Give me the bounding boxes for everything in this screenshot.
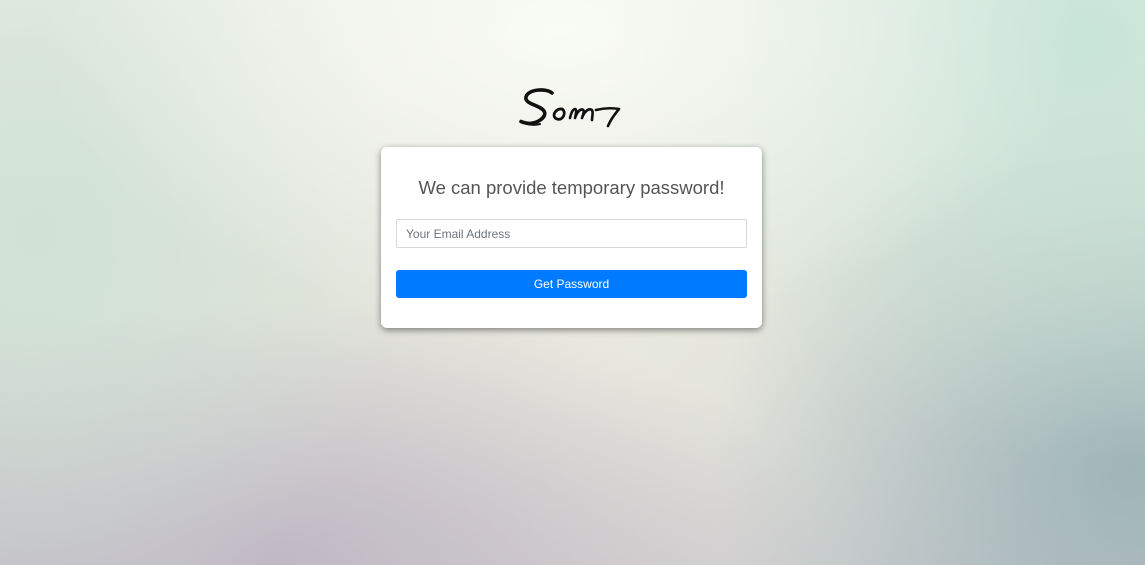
card-title: We can provide temporary password! (418, 177, 725, 198)
get-password-button[interactable]: Get Password (396, 270, 747, 298)
signature-logo-icon (519, 88, 621, 128)
forgot-password-card: We can provide temporary password! Get P… (381, 147, 762, 328)
brand-logo (518, 84, 628, 132)
email-input[interactable] (396, 219, 747, 248)
